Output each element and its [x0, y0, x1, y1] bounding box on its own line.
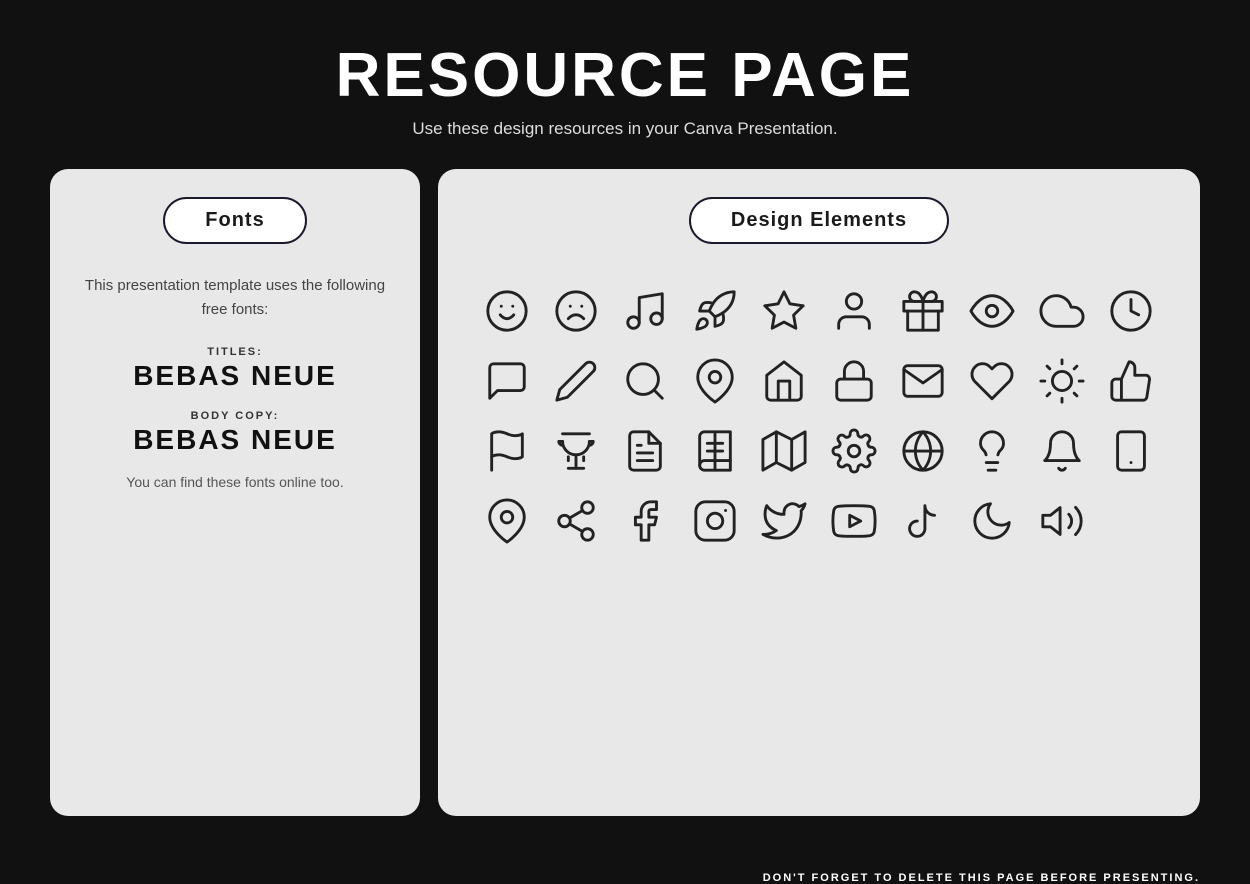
- icon-sad: [545, 280, 606, 342]
- fonts-panel: Fonts This presentation template uses th…: [50, 169, 420, 816]
- icon-mail: [892, 350, 953, 412]
- icon-pencil: [545, 350, 606, 412]
- icon-moon: [962, 490, 1023, 552]
- icon-share: [545, 490, 606, 552]
- icon-globe: [892, 420, 953, 482]
- icon-map: [754, 420, 815, 482]
- icon-thumbsup: [1101, 350, 1162, 412]
- icon-cloud: [1031, 280, 1092, 342]
- titles-font: BEBAS NEUE: [78, 360, 392, 392]
- icon-clock: [1101, 280, 1162, 342]
- icon-star: [754, 280, 815, 342]
- icon-youtube: [823, 490, 884, 552]
- icon-settings: [823, 420, 884, 482]
- icon-document: [615, 420, 676, 482]
- icon-trophy: [545, 420, 606, 482]
- icon-search: [615, 350, 676, 412]
- design-panel-header: Design Elements: [689, 197, 949, 244]
- body-section: BODY COPY: BEBAS NEUE: [78, 410, 392, 456]
- icon-location: [476, 490, 537, 552]
- titles-label: TITLES:: [78, 346, 392, 358]
- icon-instagram: [684, 490, 745, 552]
- fonts-description: This presentation template uses the foll…: [78, 274, 392, 322]
- icon-gift: [892, 280, 953, 342]
- design-panel: Design Elements: [438, 169, 1200, 816]
- page-header: RESOURCE PAGE Use these design resources…: [336, 0, 915, 169]
- main-content: Fonts This presentation template uses th…: [50, 169, 1200, 816]
- icon-pin: [684, 350, 745, 412]
- icon-bell: [1031, 420, 1092, 482]
- icon-rocket: [684, 280, 745, 342]
- icon-home: [754, 350, 815, 412]
- icon-heart: [962, 350, 1023, 412]
- icon-music: [615, 280, 676, 342]
- icons-grid: [466, 280, 1172, 552]
- icon-sun: [1031, 350, 1092, 412]
- page-subtitle: Use these design resources in your Canva…: [336, 119, 915, 139]
- fonts-panel-header: Fonts: [163, 197, 306, 244]
- icon-smiley: [476, 280, 537, 342]
- fonts-body: This presentation template uses the foll…: [78, 274, 392, 490]
- icon-lightbulb: [962, 420, 1023, 482]
- titles-section: TITLES: BEBAS NEUE: [78, 346, 392, 392]
- body-label: BODY COPY:: [78, 410, 392, 422]
- icon-chat: [476, 350, 537, 412]
- icon-user: [823, 280, 884, 342]
- icon-flag: [476, 420, 537, 482]
- icon-lock: [823, 350, 884, 412]
- footer-note: DON'T FORGET TO DELETE THIS PAGE BEFORE …: [50, 872, 1200, 884]
- icon-facebook: [615, 490, 676, 552]
- body-font: BEBAS NEUE: [78, 424, 392, 456]
- icon-eye: [962, 280, 1023, 342]
- page-title: RESOURCE PAGE: [336, 40, 915, 111]
- icon-book: [684, 420, 745, 482]
- icon-tiktok: [892, 490, 953, 552]
- icon-mobile: [1101, 420, 1162, 482]
- fonts-note: You can find these fonts online too.: [78, 474, 392, 490]
- icon-megaphone: [1031, 490, 1092, 552]
- icon-twitter: [754, 490, 815, 552]
